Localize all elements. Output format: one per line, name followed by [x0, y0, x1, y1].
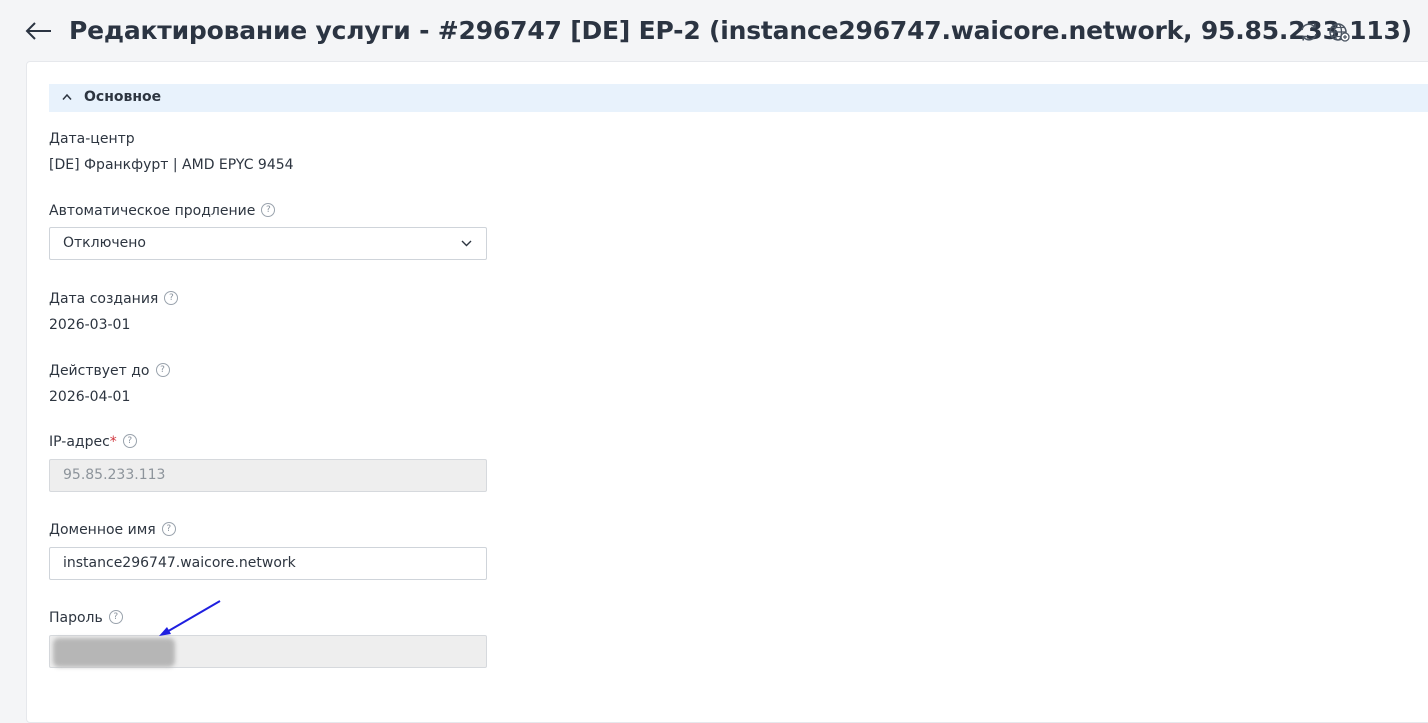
- refresh-icon[interactable]: [1298, 21, 1320, 43]
- password-label: Пароль?: [49, 609, 123, 627]
- help-icon[interactable]: ?: [161, 521, 176, 536]
- ip-label-text: IP-адрес: [49, 434, 110, 450]
- ip-input[interactable]: 95.85.233.113: [49, 459, 487, 492]
- password-label-text: Пароль: [49, 610, 103, 626]
- datacenter-value: [DE] Франкфурт | AMD EPYC 9454: [49, 157, 294, 173]
- domain-input[interactable]: instance296747.waicore.network: [49, 547, 487, 580]
- auto-renew-label: Автоматическое продление?: [49, 202, 276, 220]
- chevron-up-icon: [62, 93, 72, 100]
- datacenter-label-text: Дата-центр: [49, 131, 135, 147]
- service-edit-card: Основное Дата-центр [DE] Франкфурт | AMD…: [26, 61, 1428, 723]
- datacenter-label: Дата-центр: [49, 130, 135, 148]
- domain-input-value: instance296747.waicore.network: [63, 555, 296, 571]
- required-marker: *: [109, 434, 117, 450]
- domain-label: Доменное имя?: [49, 521, 176, 539]
- globe-icon[interactable]: [1328, 21, 1350, 43]
- page-header: Редактирование услуги - #296747 [DE] EP-…: [0, 0, 1428, 62]
- valid-until-label: Действует до?: [49, 362, 170, 380]
- help-icon[interactable]: ?: [122, 433, 137, 448]
- auto-renew-label-text: Автоматическое продление: [49, 203, 256, 219]
- domain-label-text: Доменное имя: [49, 522, 156, 538]
- created-value: 2026-03-01: [49, 317, 131, 333]
- section-header-main[interactable]: Основное: [49, 84, 1428, 112]
- page-title: Редактирование услуги - #296747 [DE] EP-…: [69, 16, 1412, 45]
- chevron-down-icon: [461, 240, 472, 247]
- section-title: Основное: [84, 89, 162, 105]
- help-icon[interactable]: ?: [164, 290, 179, 305]
- valid-until-label-text: Действует до: [49, 363, 150, 379]
- auto-renew-selected-value: Отключено: [63, 235, 146, 251]
- help-icon[interactable]: ?: [261, 202, 276, 217]
- created-label-text: Дата создания: [49, 291, 159, 307]
- ip-input-value: 95.85.233.113: [63, 467, 166, 483]
- help-icon[interactable]: ?: [155, 362, 170, 377]
- created-label: Дата создания?: [49, 290, 179, 308]
- password-redaction: [53, 638, 175, 667]
- password-input[interactable]: [49, 635, 487, 668]
- annotation-arrow-icon: [159, 600, 221, 636]
- arrow-left-icon[interactable]: [24, 16, 54, 46]
- valid-until-value: 2026-04-01: [49, 389, 131, 405]
- auto-renew-select[interactable]: Отключено: [49, 227, 487, 260]
- help-icon[interactable]: ?: [108, 609, 123, 624]
- ip-label: IP-адрес*?: [49, 433, 137, 451]
